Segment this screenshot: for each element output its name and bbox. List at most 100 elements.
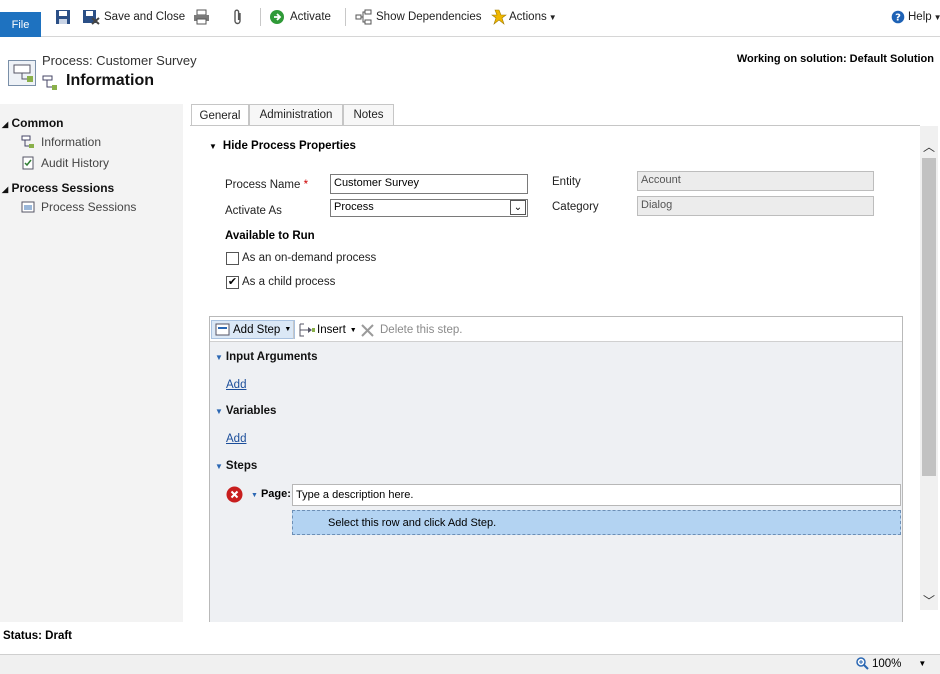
chevron-down-icon: ▼ (933, 12, 940, 22)
ribbon-separator (345, 8, 346, 26)
insert-button[interactable]: Insert ▼ (298, 321, 357, 339)
scrollbar-thumb[interactable] (922, 158, 936, 476)
tab-administration[interactable]: Administration (249, 104, 343, 125)
process-name-label: Process Name * (225, 179, 308, 191)
child-process-label: As a child process (242, 276, 336, 288)
zoom-level: 100% (872, 657, 902, 670)
help-icon: ? (891, 10, 905, 24)
entity-label: Entity (552, 176, 581, 188)
variables-header[interactable]: ▼ Variables (215, 405, 276, 417)
insert-label: Insert (317, 324, 346, 336)
zoom-icon (856, 657, 869, 670)
audit-history-icon (21, 156, 35, 170)
nav-section-process-sessions[interactable]: ◢ Process Sessions (2, 181, 114, 195)
process-name-label-text: Process Name (225, 179, 301, 191)
process-small-icon (21, 135, 35, 149)
save-button[interactable] (55, 7, 71, 27)
delete-icon (361, 323, 374, 337)
entity-field: Account (637, 171, 874, 191)
scroll-up-icon[interactable]: ︿ (922, 138, 936, 154)
dependencies-icon (355, 9, 372, 25)
help-label: Help (908, 11, 932, 23)
add-input-argument-link[interactable]: Add (226, 379, 246, 391)
collapse-triangle-icon: ◢ (2, 120, 9, 129)
scroll-down-icon[interactable]: ﹀ (922, 592, 936, 608)
nav-item-process-sessions[interactable]: Process Sessions (41, 200, 136, 214)
input-arguments-label: Input Arguments (225, 351, 318, 363)
category-label: Category (552, 201, 599, 213)
process-entity-icon (8, 60, 36, 86)
add-step-button[interactable]: Add Step ▼ (211, 320, 296, 339)
variables-label: Variables (225, 405, 277, 417)
activate-icon (270, 10, 284, 24)
print-button[interactable] (193, 7, 210, 27)
tab-divider (190, 125, 920, 126)
show-dependencies-label: Show Dependencies (376, 11, 482, 23)
chevron-down-icon: ▼ (284, 326, 292, 333)
save-icon (56, 10, 70, 24)
tab-general[interactable]: General (191, 104, 249, 126)
chevron-down-icon: ▼ (349, 326, 357, 334)
nav-section-process-sessions-label: Process Sessions (11, 181, 115, 195)
activate-as-select[interactable]: Process ⌄ (330, 199, 528, 217)
category-field: Dialog (637, 196, 874, 216)
steps-header[interactable]: ▼ Steps (215, 460, 257, 472)
nav-item-information[interactable]: Information (41, 135, 101, 149)
collapse-triangle-icon: ▼ (251, 492, 258, 499)
activate-label: Activate (290, 11, 331, 23)
add-variable-link[interactable]: Add (226, 433, 246, 445)
add-step-icon (215, 323, 230, 336)
help-menu-button[interactable]: ? Help ▼ (891, 7, 940, 27)
collapse-triangle-icon: ▼ (215, 462, 223, 471)
paperclip-icon (234, 9, 241, 25)
printer-icon (194, 9, 209, 25)
on-demand-checkbox[interactable] (226, 252, 239, 265)
process-properties-toggle[interactable]: ▼ Hide Process Properties (209, 140, 356, 152)
page-label: Page: (260, 488, 291, 500)
activate-button[interactable]: Activate (269, 7, 331, 27)
add-step-label: Add Step (233, 323, 281, 336)
save-close-icon (83, 10, 100, 25)
delete-step-button[interactable]: Delete this step. (361, 321, 462, 339)
toolbar-separator (293, 321, 294, 339)
steps-label: Steps (225, 460, 258, 472)
on-demand-label: As an on-demand process (242, 252, 377, 264)
page-title: Information (66, 72, 154, 89)
collapse-triangle-icon: ▼ (215, 353, 223, 362)
section-title: Hide Process Properties (222, 140, 356, 152)
actions-label: Actions (509, 11, 547, 23)
required-indicator: * (303, 179, 309, 191)
collapse-triangle-icon: ◢ (2, 185, 9, 194)
child-process-checkbox[interactable]: ✔ (226, 276, 239, 289)
nav-item-audit-history[interactable]: Audit History (41, 156, 109, 170)
process-sessions-icon (21, 200, 35, 214)
insert-icon (299, 323, 315, 337)
actions-menu-button[interactable]: Actions ▼ (491, 7, 557, 27)
actions-icon (491, 9, 507, 25)
error-icon (226, 486, 243, 506)
checkmark-icon: ✔ (227, 276, 238, 288)
select-row-placeholder[interactable]: Select this row and click Add Step. (292, 510, 901, 535)
collapse-triangle-icon: ▼ (209, 142, 217, 151)
activate-as-label: Activate As (225, 205, 282, 217)
chevron-down-icon: ⌄ (510, 200, 526, 215)
save-and-close-label: Save and Close (104, 11, 186, 23)
save-and-close-button[interactable]: Save and Close (82, 7, 185, 27)
delete-step-label: Delete this step. (380, 324, 463, 336)
activate-as-value: Process (334, 201, 374, 213)
zoom-control[interactable]: 100% ▼ (856, 657, 926, 670)
show-dependencies-button[interactable]: Show Dependencies (355, 7, 482, 27)
chevron-down-icon: ▼ (548, 12, 557, 22)
chevron-down-icon[interactable]: ▼ (918, 659, 926, 668)
attach-button[interactable] (232, 7, 244, 27)
file-button[interactable]: File (0, 12, 41, 37)
select-row-text: Select this row and click Add Step. (328, 516, 497, 529)
tab-notes[interactable]: Notes (343, 104, 394, 125)
process-name-input[interactable]: Customer Survey (330, 174, 528, 194)
bottom-bar (0, 654, 940, 674)
page-step-toggle[interactable]: ▼ Page: (251, 488, 291, 500)
input-arguments-header[interactable]: ▼ Input Arguments (215, 351, 318, 363)
ribbon-separator (260, 8, 261, 26)
page-description-input[interactable]: Type a description here. (292, 484, 901, 506)
nav-section-common[interactable]: ◢ Common (2, 116, 64, 130)
